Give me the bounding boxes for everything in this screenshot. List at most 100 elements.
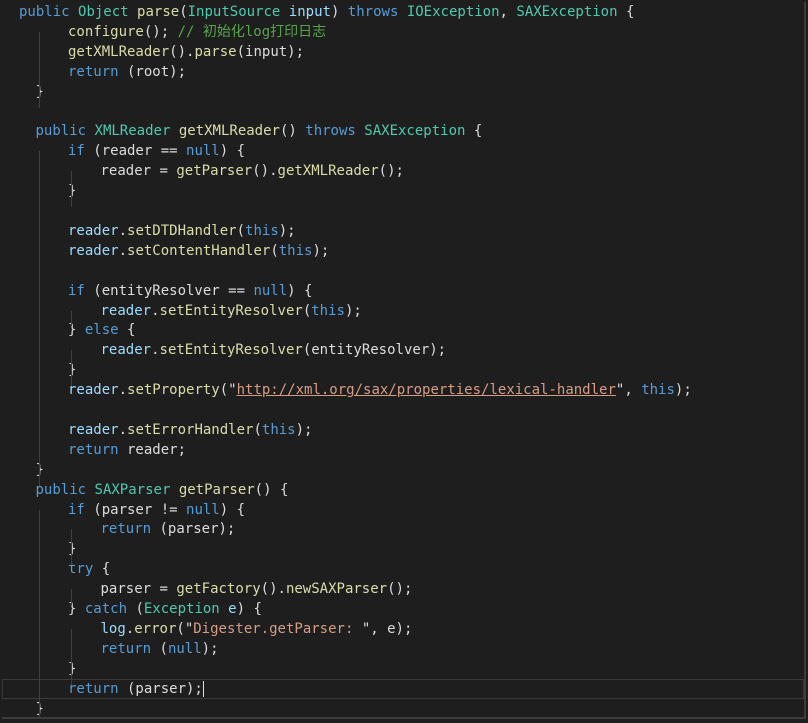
code-line[interactable]: return reader; bbox=[2, 440, 804, 460]
indent-guide bbox=[39, 509, 40, 717]
code-token: input bbox=[288, 4, 331, 20]
code-line[interactable]: reader.setProperty("http://xml.org/sax/p… bbox=[2, 380, 804, 400]
code-token: reader bbox=[100, 302, 152, 319]
code-token: null bbox=[186, 143, 220, 160]
code-line[interactable]: } bbox=[2, 360, 804, 380]
code-line[interactable]: reader = getParser().getXMLReader(); bbox=[2, 161, 804, 181]
code-token: (); bbox=[387, 581, 413, 598]
code-line[interactable]: return (parser); bbox=[2, 678, 804, 699]
code-line[interactable] bbox=[2, 400, 804, 420]
code-token: } bbox=[68, 541, 77, 558]
code-line[interactable]: } bbox=[2, 460, 804, 480]
code-token: e bbox=[228, 601, 237, 617]
code-line[interactable]: parser = getFactory().newSAXParser(); bbox=[2, 579, 804, 599]
code-token: parse bbox=[194, 43, 237, 60]
code-token: public bbox=[19, 4, 70, 20]
code-token: SAXException bbox=[516, 4, 618, 20]
code-line[interactable] bbox=[2, 261, 804, 281]
indent-guide bbox=[39, 151, 40, 486]
code-token: (parser); bbox=[118, 680, 203, 697]
code-token: reader bbox=[68, 382, 119, 399]
code-token: InputSource bbox=[187, 4, 281, 20]
code-token: (reader == bbox=[84, 143, 187, 160]
code-line[interactable]: return (root); bbox=[2, 62, 804, 82]
code-token: this bbox=[278, 242, 313, 259]
code-line[interactable]: if (parser != null) { bbox=[2, 500, 804, 520]
code-line[interactable]: configure(); // 初始化log打印日志 bbox=[2, 22, 804, 42]
code-token: if bbox=[68, 143, 85, 160]
code-token: . bbox=[118, 421, 128, 438]
code-token: (). bbox=[169, 43, 195, 60]
code-line[interactable] bbox=[2, 102, 804, 122]
code-token: . bbox=[125, 620, 135, 637]
code-token: IOException bbox=[406, 4, 500, 20]
code-line[interactable]: } catch (Exception e) { bbox=[2, 599, 804, 619]
code-line[interactable]: } bbox=[2, 82, 804, 102]
code-line[interactable]: public XMLReader getXMLReader() throws S… bbox=[2, 121, 804, 141]
indent-guide bbox=[71, 171, 72, 208]
code-line[interactable]: return (null); bbox=[2, 639, 804, 659]
code-token: ); bbox=[278, 222, 296, 239]
code-line[interactable]: } else { bbox=[2, 320, 804, 340]
code-token: ) { bbox=[219, 501, 246, 518]
code-line[interactable]: try { bbox=[2, 559, 804, 579]
code-line[interactable] bbox=[2, 201, 804, 221]
code-token: ); bbox=[344, 302, 362, 319]
code-token: ( bbox=[236, 222, 246, 239]
code-token: (" bbox=[176, 620, 194, 637]
code-token: (input); bbox=[236, 43, 305, 60]
code-token: null bbox=[167, 640, 202, 657]
code-token: SAXException bbox=[364, 123, 466, 140]
code-token: getFactory bbox=[176, 581, 261, 598]
code-token: getXMLReader bbox=[68, 43, 170, 60]
code-token: reader = bbox=[100, 163, 177, 180]
code-token: Digester.getParser: bbox=[193, 620, 362, 637]
code-line[interactable]: reader.setEntityResolver(entityResolver)… bbox=[2, 340, 804, 360]
code-token: null bbox=[186, 501, 220, 518]
code-line[interactable]: getXMLReader().parse(input); bbox=[2, 42, 804, 62]
code-line[interactable]: return (parser); bbox=[2, 519, 804, 539]
code-token: { bbox=[617, 4, 635, 20]
code-token: throws bbox=[305, 123, 356, 140]
code-token: getParser bbox=[178, 481, 255, 498]
code-editor[interactable]: public Object parse(InputSource input) t… bbox=[2, 2, 806, 719]
code-line[interactable]: reader.setContentHandler(this); bbox=[2, 241, 804, 261]
code-token: (entityResolver); bbox=[302, 342, 447, 359]
code-token: ) { bbox=[219, 143, 246, 160]
code-token: Exception bbox=[143, 601, 220, 617]
indent-guide bbox=[71, 529, 72, 566]
code-token: http://xml.org/sax/properties/lexical-ha… bbox=[236, 382, 616, 399]
code-line[interactable]: reader.setEntityResolver(this); bbox=[2, 301, 804, 321]
code-token: . bbox=[118, 382, 128, 399]
code-token: return bbox=[68, 441, 119, 458]
indent-guide bbox=[39, 31, 40, 108]
code-token: setEntityResolver bbox=[159, 302, 303, 319]
code-line[interactable]: } bbox=[2, 181, 804, 201]
code-line[interactable]: } bbox=[2, 539, 804, 559]
code-token: reader bbox=[68, 242, 119, 259]
code-line[interactable]: } bbox=[2, 699, 804, 718]
code-token: error bbox=[134, 620, 177, 637]
code-token: return bbox=[100, 521, 152, 538]
code-line[interactable]: } bbox=[2, 659, 804, 679]
code-token: catch bbox=[84, 601, 128, 617]
code-token: newSAXParser bbox=[285, 581, 388, 598]
code-token: , bbox=[499, 4, 517, 20]
code-token: setErrorHandler bbox=[127, 421, 254, 438]
code-token: ); bbox=[295, 421, 313, 438]
code-token: ( bbox=[179, 4, 188, 20]
code-line[interactable]: log.error("Digester.getParser: ", e); bbox=[2, 619, 804, 639]
code-line[interactable]: reader.setErrorHandler(this); bbox=[2, 420, 804, 440]
code-token: reader bbox=[100, 342, 152, 359]
code-token: ", e); bbox=[361, 620, 413, 637]
code-line[interactable]: reader.setDTDHandler(this); bbox=[2, 221, 804, 241]
code-line[interactable]: public SAXParser getParser() { bbox=[2, 480, 804, 500]
code-line[interactable]: public Object parse(InputSource input) t… bbox=[2, 2, 804, 22]
code-token: setDTDHandler bbox=[127, 222, 237, 239]
code-token: null bbox=[253, 282, 288, 299]
code-line[interactable]: if (reader == null) { bbox=[2, 141, 804, 161]
code-line[interactable]: if (entityResolver == null) { bbox=[2, 281, 804, 301]
